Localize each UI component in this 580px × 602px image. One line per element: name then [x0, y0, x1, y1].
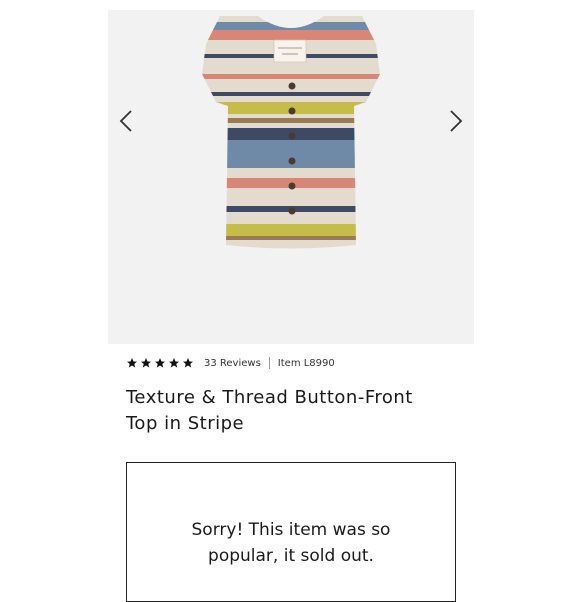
product-image: [202, 16, 380, 249]
rating-row: 33 Reviews Item L8990: [126, 355, 335, 371]
reviews-link[interactable]: 33 Reviews: [204, 358, 261, 369]
star-icon: [169, 358, 179, 368]
prev-image-button[interactable]: [114, 106, 138, 136]
chevron-left-icon: [119, 110, 132, 132]
star-rating[interactable]: [126, 357, 194, 369]
star-icon: [183, 358, 193, 368]
divider: [268, 357, 270, 369]
chevron-right-icon: [450, 110, 463, 132]
star-icon: [127, 358, 137, 368]
star-icon: [155, 358, 165, 368]
product-image-gallery[interactable]: [108, 10, 474, 344]
product-title: Texture & Thread Button-Front Top in Str…: [126, 387, 413, 434]
sold-out-message: Sorry! This item was so popular, it sold…: [191, 520, 391, 566]
star-icon: [141, 358, 151, 368]
item-number: Item L8990: [277, 357, 335, 369]
sold-out-notice: Sorry! This item was so popular, it sold…: [126, 462, 456, 602]
next-image-button[interactable]: [444, 106, 468, 136]
